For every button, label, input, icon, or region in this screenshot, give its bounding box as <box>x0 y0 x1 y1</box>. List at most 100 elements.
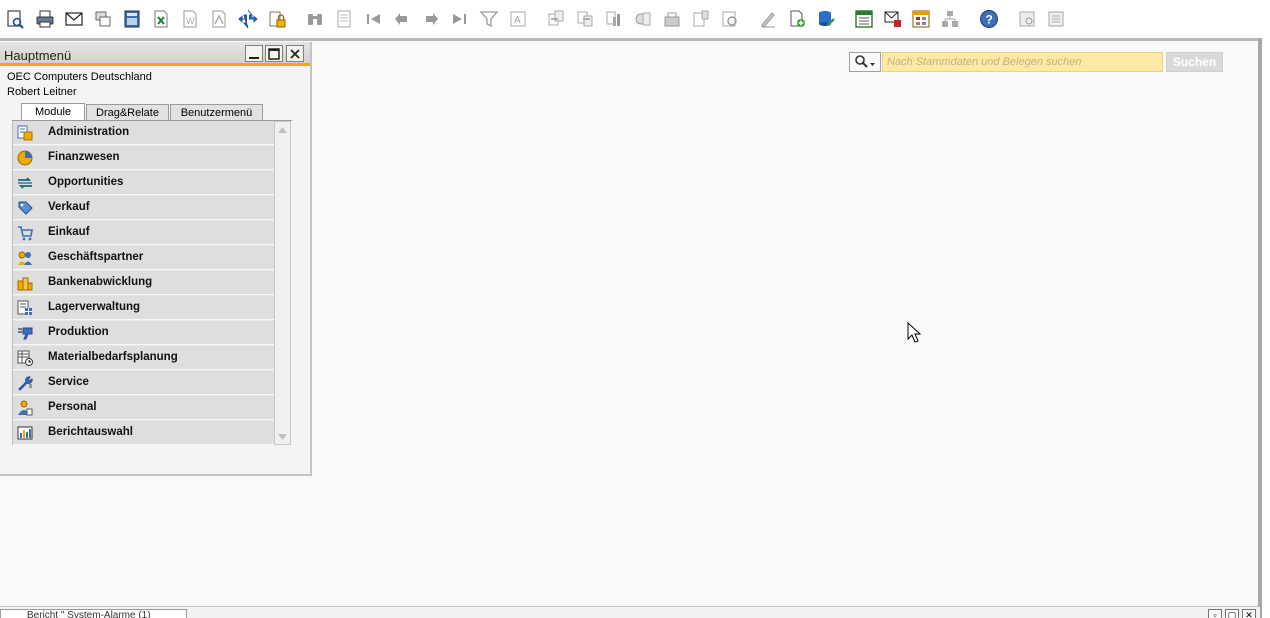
maximize-icon <box>268 47 280 60</box>
gross-profit-icon[interactable] <box>604 8 624 30</box>
module-item-personal[interactable]: Personal <box>13 396 275 420</box>
module-label: Finanzwesen <box>48 151 120 163</box>
main-menu-window: Hauptmenü OEC Computers Deutschland Robe… <box>0 42 312 476</box>
module-item-lagerverwaltung[interactable]: Lagerverwaltung <box>13 296 275 320</box>
transaction-journal-icon[interactable] <box>720 8 740 30</box>
volume-weight-icon[interactable] <box>662 8 682 30</box>
sales-tag-icon <box>17 200 33 216</box>
messages-icon[interactable] <box>883 8 903 30</box>
search-icon <box>855 55 875 68</box>
main-toolbar: W A? <box>0 0 1270 38</box>
tab-module[interactable]: Module <box>21 103 85 121</box>
company-name: OEC Computers Deutschland <box>7 71 152 83</box>
chevron-down-icon <box>278 433 287 440</box>
structure-icon[interactable] <box>940 8 960 30</box>
taskbar-maximize-button[interactable]: ▢ <box>1225 609 1239 618</box>
tab-benutzermenu[interactable]: Benutzermenü <box>170 104 263 121</box>
production-icon <box>17 325 33 341</box>
search-input[interactable] <box>882 52 1163 72</box>
module-item-bankenabwicklung[interactable]: Bankenabwicklung <box>13 271 275 295</box>
next-record-icon[interactable] <box>421 8 441 30</box>
opportunities-icon <box>17 175 33 191</box>
lock-icon[interactable] <box>267 8 287 30</box>
module-item-finanzwesen[interactable]: Finanzwesen <box>13 146 275 170</box>
module-list-scrollbar[interactable] <box>274 121 291 445</box>
window-list-icon[interactable] <box>1017 8 1037 30</box>
taskbar-window-tab[interactable]: Bericht " System-Alarme (1) <box>0 609 187 618</box>
module-item-einkauf[interactable]: Einkauf <box>13 221 275 245</box>
module-label: Service <box>48 376 89 388</box>
add-document-icon[interactable] <box>787 8 807 30</box>
module-item-opportunities[interactable]: Opportunities <box>13 171 275 195</box>
close-icon <box>290 48 300 59</box>
business-partners-icon <box>17 250 33 266</box>
window-settings-icon[interactable] <box>1046 8 1066 30</box>
module-label: Bankenabwicklung <box>48 276 153 288</box>
send-icon[interactable] <box>93 8 113 30</box>
navigate-icon[interactable] <box>238 8 258 30</box>
maximize-small-icon: ▢ <box>1227 610 1237 618</box>
module-item-produktion[interactable]: Produktion <box>13 321 275 345</box>
maximize-button[interactable] <box>265 45 283 62</box>
mrp-icon <box>17 350 33 366</box>
administration-icon <box>17 125 33 141</box>
taskbar-restore-button[interactable]: ▫ <box>1208 609 1222 618</box>
banking-icon <box>17 275 33 291</box>
search-options-button[interactable] <box>849 52 881 72</box>
search-button[interactable]: Suchen <box>1166 52 1223 72</box>
pdf-export-icon[interactable] <box>209 8 229 30</box>
module-item-materialbedarfsplanung[interactable]: Materialbedarfsplanung <box>13 346 275 370</box>
settings-icon[interactable] <box>758 8 778 30</box>
finance-pie-icon <box>17 150 33 166</box>
excel-export-icon[interactable] <box>151 8 171 30</box>
module-label: Berichtauswahl <box>48 426 133 438</box>
module-item-gesch-ftspartner[interactable]: Geschäftspartner <box>13 246 275 270</box>
print-preview-icon[interactable] <box>5 8 25 30</box>
module-item-service[interactable]: Service <box>13 371 275 395</box>
email-icon[interactable] <box>64 8 84 30</box>
user-name: Robert Leitner <box>7 86 77 98</box>
module-item-administration[interactable]: Administration <box>13 121 275 145</box>
payment-means-icon[interactable] <box>633 8 653 30</box>
inventory-icon <box>17 300 33 316</box>
previous-record-icon[interactable] <box>392 8 412 30</box>
chevron-up-icon <box>278 126 287 133</box>
find-icon[interactable] <box>305 8 325 30</box>
main-menu-title: Hauptmenü <box>4 48 72 63</box>
add-icon[interactable] <box>334 8 354 30</box>
filter-icon[interactable] <box>479 8 499 30</box>
personnel-icon <box>17 400 33 416</box>
service-wrench-icon <box>17 375 33 391</box>
module-item-berichtauswahl[interactable]: Berichtauswahl <box>13 421 275 445</box>
svg-text:?: ? <box>986 13 993 27</box>
close-button[interactable] <box>286 45 304 62</box>
scroll-down-button[interactable] <box>275 429 290 444</box>
module-label: Einkauf <box>48 226 90 238</box>
calculator-icon[interactable] <box>122 8 142 30</box>
alerts-icon[interactable] <box>911 8 931 30</box>
module-item-verkauf[interactable]: Verkauf <box>13 196 275 220</box>
tab-drag-relate[interactable]: Drag&Relate <box>86 104 169 121</box>
print-icon[interactable] <box>35 8 55 30</box>
first-record-icon[interactable] <box>364 8 384 30</box>
mouse-cursor-icon <box>907 322 921 343</box>
minimize-button[interactable] <box>245 45 263 62</box>
journal-icon[interactable] <box>691 8 711 30</box>
module-label: Materialbedarfsplanung <box>48 351 178 363</box>
database-tools-icon[interactable] <box>816 8 836 30</box>
module-label: Administration <box>48 126 130 138</box>
base-document-icon[interactable] <box>546 8 566 30</box>
reports-icon <box>17 425 33 441</box>
last-record-icon[interactable] <box>449 8 469 30</box>
word-export-icon[interactable]: W <box>180 8 200 30</box>
taskbar-close-button[interactable]: ✕ <box>1242 609 1256 618</box>
sort-icon[interactable]: A <box>508 8 528 30</box>
module-list: Administration Finanzwesen Opportunities Ve… <box>12 121 275 445</box>
target-document-icon[interactable] <box>575 8 595 30</box>
help-icon[interactable]: ? <box>979 8 999 30</box>
module-label: Personal <box>48 401 97 413</box>
calendar-icon[interactable] <box>854 8 874 30</box>
window-taskbar <box>0 606 1260 618</box>
main-menu-titlebar[interactable]: Hauptmenü <box>0 42 310 66</box>
scroll-up-button[interactable] <box>275 122 290 137</box>
